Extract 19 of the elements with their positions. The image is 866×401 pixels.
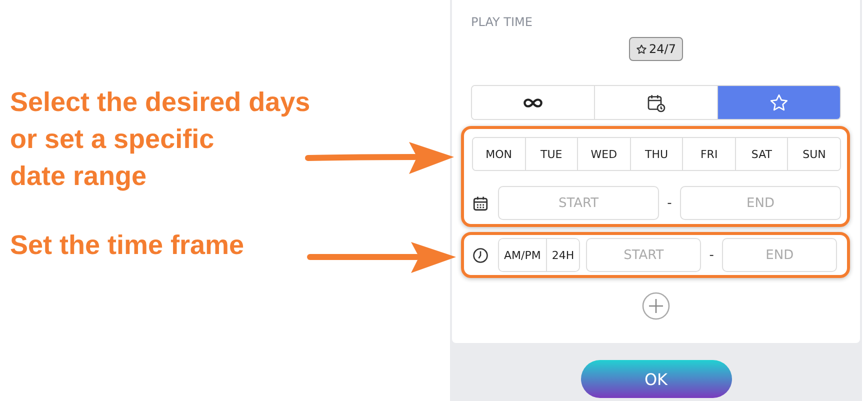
end-time-field[interactable]: END [722,238,838,272]
range-separator: - [666,196,673,210]
star-icon [769,92,789,112]
end-date-field[interactable]: END [680,186,841,220]
badge-text: 24/7 [649,42,676,56]
annotation-text: Set the time frame [10,229,244,262]
start-date-field[interactable]: START [498,186,659,220]
add-icon[interactable] [642,292,670,320]
day-toggle[interactable]: SUN [787,138,840,170]
star-icon [636,44,648,54]
section-title: PLAY TIME [471,15,534,31]
clock-icon [472,246,489,264]
start-time-field[interactable]: START [586,238,702,272]
annotation-text: Select the desired days or set a specific date range [10,86,310,193]
time-format-toggle[interactable]: 24H [546,239,580,271]
calendar-icon [472,194,489,212]
calendar-clock-icon [646,92,666,112]
ok-button[interactable]: OK [580,360,732,398]
range-separator: - [708,248,715,262]
